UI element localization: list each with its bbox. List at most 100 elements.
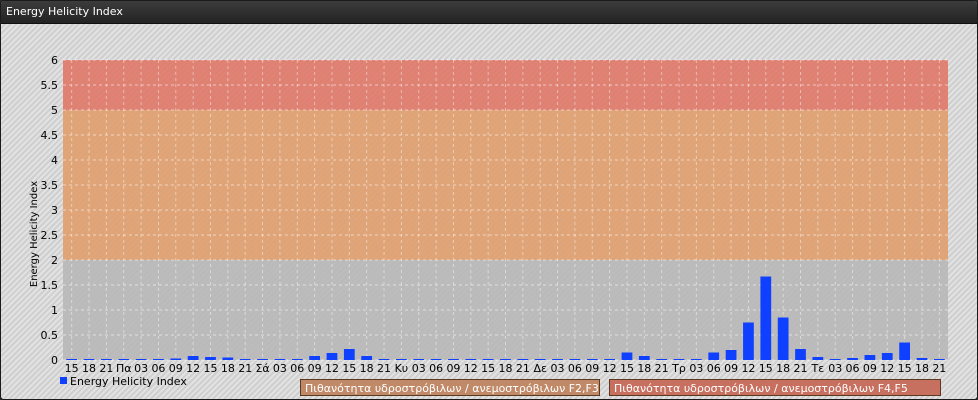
bar	[916, 358, 928, 360]
x-tick-label: Δε	[533, 362, 547, 375]
bar	[847, 358, 858, 360]
bar	[638, 356, 650, 360]
x-tick-label: 06	[429, 362, 443, 375]
energy-helicity-chart: 00.511.522.533.544.555.56 15 18 21 Πα 03 06 09…	[29, 54, 948, 375]
bar	[743, 322, 754, 360]
x-tick-label: 09	[863, 362, 877, 375]
bar	[864, 355, 876, 360]
x-tick-label: 09	[169, 362, 183, 375]
bar	[899, 342, 910, 360]
x-tick-label: 09	[585, 362, 599, 375]
y-tick-label: 6	[51, 54, 58, 67]
x-tick-label: 21	[516, 362, 530, 375]
x-tick-label: 18	[499, 362, 513, 375]
band-legend-f4f5: Πιθανότητα υδροστρόβιλων / ανεμοστρόβιλω…	[609, 379, 941, 396]
bar	[309, 356, 320, 360]
bar	[274, 359, 286, 360]
bar	[552, 359, 563, 360]
bar	[725, 350, 737, 360]
y-tick-label: 2.5	[41, 229, 59, 242]
bar	[482, 359, 494, 360]
title-bar: Energy Helicity Index	[1, 1, 977, 24]
bar	[66, 359, 78, 360]
bar	[135, 359, 147, 360]
y-tick-label: 5.5	[41, 79, 59, 92]
x-tick-label: Τε	[811, 362, 825, 375]
x-tick-label: 09	[446, 362, 460, 375]
bar	[708, 352, 720, 360]
y-tick-label: 0	[51, 354, 58, 367]
x-tick-label: 15	[620, 362, 634, 375]
series-swatch	[60, 377, 67, 384]
bar	[118, 359, 130, 360]
y-tick-label: 0.5	[41, 329, 59, 342]
x-tick-label: 12	[603, 362, 617, 375]
x-tick-label: 21	[794, 362, 808, 375]
x-tick-label: 15	[342, 362, 356, 375]
bar	[621, 352, 633, 360]
bar	[343, 349, 355, 360]
x-tick-label: Κυ	[395, 362, 409, 375]
x-tick-label: 03	[828, 362, 842, 375]
bar	[378, 359, 390, 360]
x-tick-label: 12	[880, 362, 894, 375]
x-tick-label: 18	[915, 362, 929, 375]
series-legend: Energy Helicity Index	[60, 375, 187, 388]
x-tick-label: 06	[151, 362, 165, 375]
bar	[534, 359, 546, 360]
bar	[448, 359, 459, 360]
y-tick-label: 3.5	[41, 179, 59, 192]
y-axis-label: Energy Helicity Index	[29, 181, 40, 287]
y-tick-label: 4	[51, 154, 58, 167]
x-tick-label: 09	[724, 362, 738, 375]
x-tick-label: 15	[898, 362, 912, 375]
x-tick-label: Πα	[116, 362, 132, 375]
band-legend-f2f3: Πιθανότητα υδροστρόβιλων / ανεμοστρόβιλω…	[300, 379, 600, 396]
x-tick-label: 06	[568, 362, 582, 375]
bar	[361, 356, 373, 360]
bar	[222, 357, 234, 360]
bar	[465, 359, 477, 360]
bar	[326, 353, 338, 360]
bar	[205, 357, 216, 360]
x-tick-label: 12	[741, 362, 755, 375]
x-tick-label: Τρ	[671, 362, 686, 375]
x-tick-label: 15	[65, 362, 79, 375]
bar	[691, 359, 702, 360]
bar	[517, 359, 529, 360]
x-tick-label: 15	[481, 362, 495, 375]
bar	[586, 359, 598, 360]
bar	[777, 317, 789, 360]
x-tick-label: 06	[290, 362, 304, 375]
bar	[795, 349, 806, 360]
bar	[187, 356, 199, 360]
x-tick-label: 15	[204, 362, 218, 375]
x-tick-label: 03	[551, 362, 565, 375]
x-tick-label: 21	[99, 362, 113, 375]
bar	[933, 359, 945, 360]
x-tick-label: 18	[637, 362, 651, 375]
x-tick-label: 18	[82, 362, 96, 375]
x-tick-label: 06	[846, 362, 860, 375]
bar	[83, 359, 95, 360]
window-title: Energy Helicity Index	[6, 5, 123, 18]
x-tick-label: 21	[377, 362, 391, 375]
x-tick-label: 12	[325, 362, 339, 375]
y-tick-label: 2	[51, 254, 58, 267]
bar	[812, 357, 824, 360]
bar	[604, 359, 615, 360]
x-tick-label: 03	[689, 362, 703, 375]
x-tick-label: 03	[134, 362, 148, 375]
bar	[101, 359, 112, 360]
x-tick-label: 18	[221, 362, 235, 375]
y-tick-label: 1.5	[41, 279, 59, 292]
y-tick-label: 5	[51, 104, 58, 117]
x-tick-label: 12	[464, 362, 478, 375]
x-tick-label: 21	[932, 362, 946, 375]
x-tick-label: 18	[776, 362, 790, 375]
bar	[239, 359, 251, 360]
bar	[291, 359, 303, 360]
x-tick-label: 12	[186, 362, 200, 375]
y-axis-ticks: 0 0.5 1 1.5 2 2.5 3 3.5 4 4.5 5 5.5 6	[41, 54, 59, 367]
bar	[760, 276, 772, 360]
